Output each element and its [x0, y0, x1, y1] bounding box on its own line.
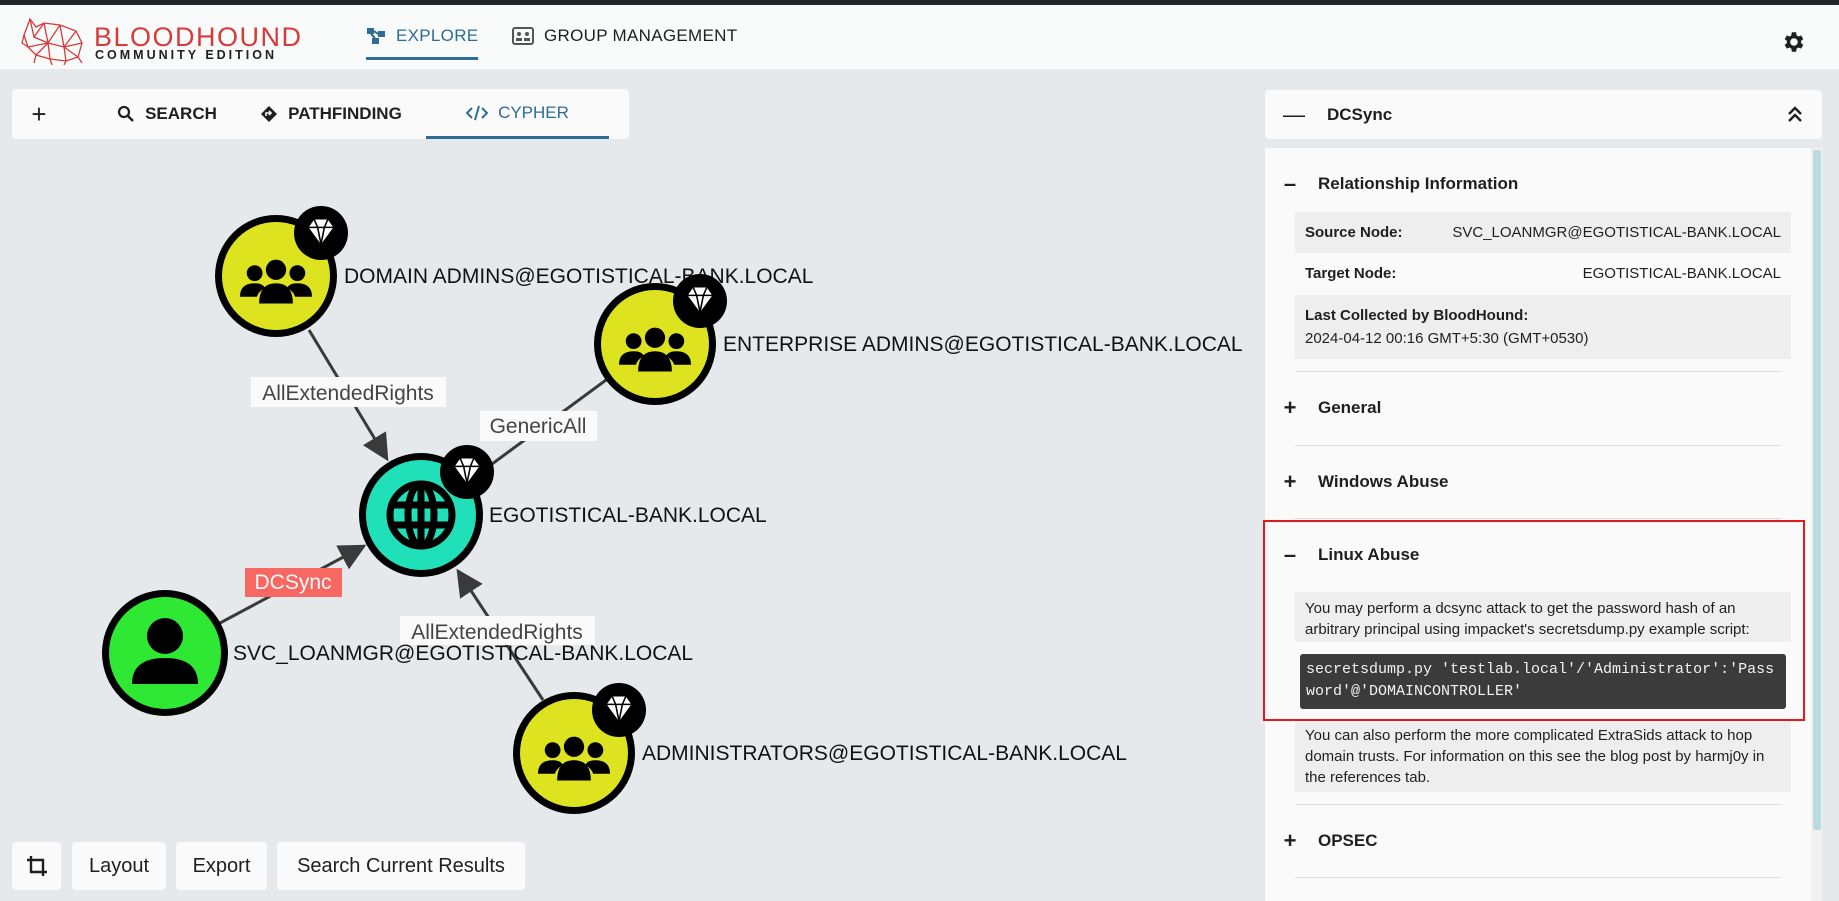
section-general-label: General — [1318, 398, 1382, 417]
linux-abuse-code[interactable]: secretsdump.py 'testlab.local'/'Administ… — [1300, 654, 1786, 709]
export-button[interactable]: Export — [176, 842, 267, 890]
divider — [1295, 804, 1781, 805]
section-relationship-label: Relationship Information — [1318, 174, 1519, 193]
linux-abuse-extra: You can also perform the more complicate… — [1295, 719, 1791, 792]
last-collected-key: Last Collected by BloodHound: — [1305, 307, 1529, 324]
collapse-icon: – — [1283, 542, 1297, 567]
collapse-icon: – — [1283, 171, 1297, 196]
crop-icon — [26, 856, 47, 876]
minimize-panel-button[interactable]: — — [1283, 102, 1305, 128]
section-relationship-information[interactable]: – Relationship Information — [1265, 164, 1811, 204]
section-general[interactable]: + General — [1265, 388, 1811, 428]
divider — [1295, 371, 1781, 372]
target-node-value: EGOTISTICAL-BANK.LOCAL — [1582, 265, 1781, 282]
edge-label-svc-loanmgr: DCSync — [254, 571, 331, 594]
node-domain-admins[interactable]: DOMAIN ADMINS@EGOTISTICAL-BANK.LOCAL — [215, 206, 813, 337]
collapse-all-icon[interactable] — [1785, 102, 1805, 126]
source-node-row: Source Node: SVC_LOANMGR@EGOTISTICAL-BAN… — [1295, 212, 1791, 253]
edge-label-enterprise-admins: GenericAll — [490, 415, 587, 438]
section-windows-abuse-label: Windows Abuse — [1318, 472, 1449, 491]
panel-title: DCSync — [1327, 105, 1393, 124]
divider — [1295, 877, 1781, 878]
section-opsec-label: OPSEC — [1318, 831, 1378, 850]
node-administrators[interactable]: ADMINISTRATORS@EGOTISTICAL-BANK.LOCAL — [513, 683, 1127, 814]
section-linux-abuse[interactable]: – Linux Abuse — [1265, 535, 1811, 575]
node-domain[interactable]: EGOTISTICAL-BANK.LOCAL — [359, 445, 767, 577]
linux-abuse-intro: You may perform a dcsync attack to get t… — [1295, 592, 1791, 642]
section-opsec[interactable]: + OPSEC — [1265, 821, 1811, 861]
search-current-results-button[interactable]: Search Current Results — [277, 842, 525, 890]
crop-button[interactable] — [12, 842, 61, 890]
source-node-key: Source Node: — [1305, 224, 1403, 241]
entity-panel-body: – Relationship Information Source Node: … — [1265, 148, 1811, 901]
node-label-svc-loanmgr: SVC_LOANMGR@EGOTISTICAL-BANK.LOCAL — [233, 642, 693, 665]
node-label-domain: EGOTISTICAL-BANK.LOCAL — [489, 504, 767, 527]
last-collected-row: Last Collected by BloodHound: 2024-04-12… — [1295, 295, 1791, 359]
source-node-value: SVC_LOANMGR@EGOTISTICAL-BANK.LOCAL — [1452, 224, 1781, 241]
section-windows-abuse[interactable]: + Windows Abuse — [1265, 462, 1811, 502]
target-node-row: Target Node: EGOTISTICAL-BANK.LOCAL — [1295, 253, 1791, 295]
gear-icon[interactable] — [1780, 29, 1806, 55]
layout-button[interactable]: Layout — [72, 842, 166, 890]
edge-label-domain-admins: AllExtendedRights — [262, 382, 434, 405]
node-label-domain-admins: DOMAIN ADMINS@EGOTISTICAL-BANK.LOCAL — [344, 265, 813, 288]
target-node-key: Target Node: — [1305, 265, 1397, 282]
section-linux-abuse-label: Linux Abuse — [1318, 545, 1420, 564]
last-collected-value: 2024-04-12 00:16 GMT+5:30 (GMT+0530) — [1305, 330, 1589, 347]
node-enterprise-admins[interactable]: ENTERPRISE ADMINS@EGOTISTICAL-BANK.LOCAL — [594, 274, 1243, 405]
node-label-enterprise-admins: ENTERPRISE ADMINS@EGOTISTICAL-BANK.LOCAL — [723, 333, 1243, 356]
panel-scrollbar-thumb[interactable] — [1813, 150, 1821, 830]
expand-icon: + — [1283, 828, 1297, 853]
expand-icon: + — [1283, 395, 1297, 420]
edge-label-administrators: AllExtendedRights — [411, 621, 583, 644]
expand-icon: + — [1283, 469, 1297, 494]
divider — [1295, 518, 1781, 519]
entity-panel-header: — DCSync — [1265, 90, 1822, 139]
divider — [1295, 445, 1781, 446]
graph-canvas[interactable]: AllExtendedRights GenericAll DCSync AllE… — [0, 0, 1250, 830]
node-label-administrators: ADMINISTRATORS@EGOTISTICAL-BANK.LOCAL — [642, 742, 1127, 765]
